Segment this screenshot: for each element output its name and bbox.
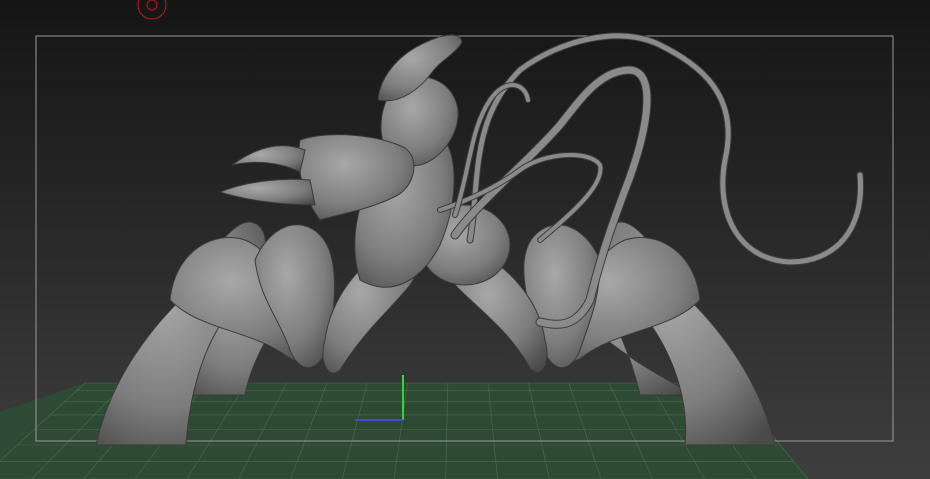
3d-viewport[interactable] [0,0,930,479]
viewport-canvas[interactable] [0,0,930,479]
